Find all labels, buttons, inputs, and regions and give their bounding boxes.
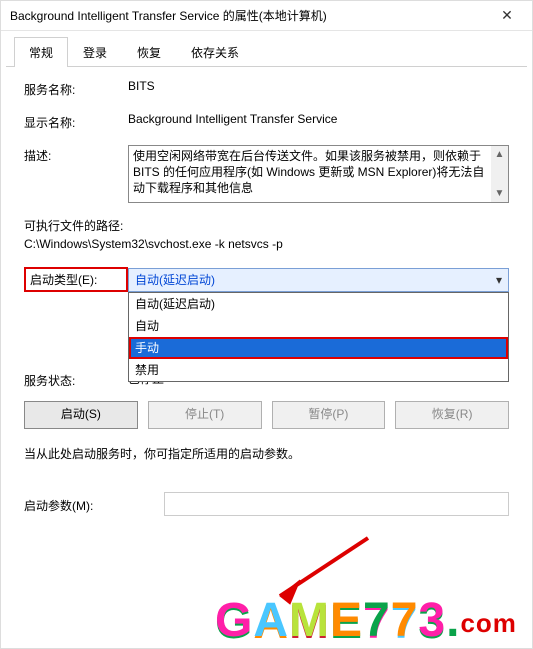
start-params-input[interactable]	[164, 492, 509, 516]
tab-logon[interactable]: 登录	[68, 37, 122, 67]
tab-strip: 常规 登录 恢复 依存关系	[6, 31, 527, 67]
pause-button: 暂停(P)	[272, 401, 386, 429]
description-scrollbar[interactable]: ▲ ▼	[491, 146, 508, 202]
tab-general[interactable]: 常规	[14, 37, 68, 67]
startup-option-auto-delayed[interactable]: 自动(延迟启动)	[129, 293, 508, 315]
startup-type-selected[interactable]: 自动(延迟启动)	[128, 268, 509, 292]
resume-button: 恢复(R)	[395, 401, 509, 429]
start-params-label: 启动参数(M):	[24, 495, 164, 514]
description-text[interactable]: 使用空闲网络带宽在后台传送文件。如果该服务被禁用，则依赖于 BITS 的任何应用…	[128, 145, 509, 203]
service-name-label: 服务名称:	[24, 79, 128, 98]
executable-path-value: C:\Windows\System32\svchost.exe -k netsv…	[24, 235, 509, 253]
executable-path-label: 可执行文件的路径:	[24, 217, 509, 235]
start-params-note: 当从此处启动服务时，你可指定所适用的启动参数。	[24, 445, 509, 462]
description-content: 使用空闲网络带宽在后台传送文件。如果该服务被禁用，则依赖于 BITS 的任何应用…	[133, 149, 484, 195]
startup-option-disabled[interactable]: 禁用	[129, 359, 508, 381]
close-icon[interactable]: ✕	[487, 7, 527, 24]
startup-option-auto[interactable]: 自动	[129, 315, 508, 337]
watermark-logo: GAME773.com	[215, 601, 517, 643]
startup-type-dropdown[interactable]: 自动(延迟启动) 自动 手动 禁用	[128, 292, 509, 382]
scroll-up-icon[interactable]: ▲	[491, 146, 508, 163]
stop-button: 停止(T)	[148, 401, 262, 429]
service-status-label: 服务状态:	[24, 370, 128, 389]
window-title: Background Intelligent Transfer Service …	[10, 7, 487, 24]
start-button[interactable]: 启动(S)	[24, 401, 138, 429]
display-name-label: 显示名称:	[24, 112, 128, 131]
description-label: 描述:	[24, 145, 128, 164]
startup-option-manual[interactable]: 手动	[129, 337, 508, 359]
service-name-value: BITS	[128, 79, 509, 93]
startup-type-combo[interactable]: 自动(延迟启动) 自动(延迟启动) 自动 手动 禁用	[128, 268, 509, 292]
display-name-value: Background Intelligent Transfer Service	[128, 112, 509, 126]
startup-type-label: 启动类型(E):	[24, 267, 128, 292]
scroll-down-icon[interactable]: ▼	[491, 185, 508, 202]
tab-recovery[interactable]: 恢复	[122, 37, 176, 67]
tab-dependencies[interactable]: 依存关系	[176, 37, 254, 67]
